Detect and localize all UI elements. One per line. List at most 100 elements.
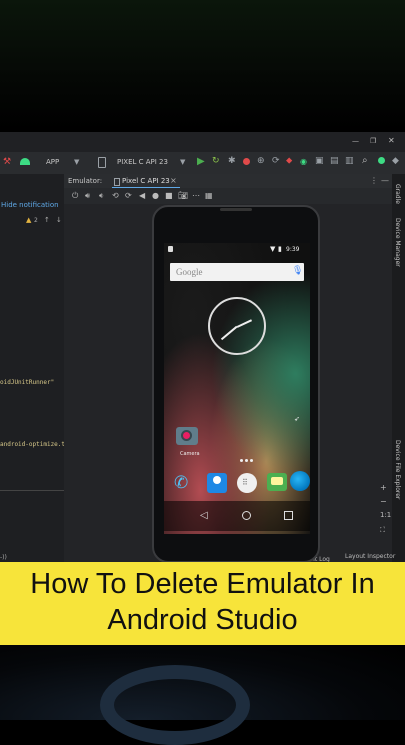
- background-bottom: [0, 645, 405, 745]
- maximize-icon[interactable]: ❐: [370, 137, 376, 145]
- avd-manager-icon[interactable]: ▣: [315, 156, 324, 166]
- android-nav-bar: ◁: [164, 501, 310, 531]
- sync-icon[interactable]: ⟳: [272, 156, 280, 166]
- assistant-icon[interactable]: [378, 157, 385, 164]
- banner-line-1: How To Delete Emulator In: [30, 568, 375, 600]
- chevron-down-icon[interactable]: ▼: [74, 158, 79, 166]
- device-chevron-icon[interactable]: ▼: [180, 158, 185, 166]
- code-line: oidJUnitRunner": [0, 379, 55, 386]
- camera-lens-icon: [181, 430, 192, 441]
- notification-icon: [168, 246, 173, 252]
- camera-label: Camera: [180, 451, 200, 457]
- extended-controls-icon[interactable]: ⋯: [192, 191, 200, 200]
- emulator-label: Emulator:: [68, 177, 103, 185]
- device-manager-tab[interactable]: Device Manager: [394, 218, 401, 267]
- android-icon: [20, 158, 30, 165]
- messaging-app-icon[interactable]: [267, 473, 287, 491]
- profile-icon[interactable]: [243, 158, 250, 165]
- camera-app-icon[interactable]: [176, 427, 198, 445]
- run-icon[interactable]: ▶: [197, 156, 205, 167]
- battery-icon: ▮: [278, 245, 282, 253]
- dot: [245, 459, 248, 462]
- clock-widget[interactable]: [208, 297, 266, 355]
- message-bubble: [271, 477, 283, 485]
- overview-icon[interactable]: ■: [165, 191, 173, 200]
- warning-count: 2: [34, 217, 38, 224]
- layout-icon[interactable]: ▤: [330, 156, 339, 166]
- apply-changes-icon[interactable]: ↻: [212, 156, 220, 166]
- layout-inspector-button[interactable]: Layout Inspector: [345, 553, 395, 560]
- mic-icon[interactable]: 🎙︎: [292, 266, 303, 276]
- settings-icon[interactable]: ◆: [392, 156, 399, 166]
- sdk-manager-icon[interactable]: ◉: [300, 157, 307, 166]
- phone-app-icon[interactable]: ✆: [174, 473, 188, 493]
- hide-panel-icon[interactable]: —: [381, 176, 389, 185]
- android-status-bar: ▼ ▮ 9:39: [164, 243, 310, 257]
- emulator-tab-bar: Emulator: Pixel C API 23 × ⋮ —: [64, 174, 392, 189]
- minute-hand: [221, 326, 238, 341]
- blurry-object: [100, 665, 250, 745]
- banner-line-2: Android Studio: [107, 604, 298, 636]
- actual-size-icon[interactable]: 1:1: [380, 511, 391, 519]
- device-file-explorer-tab[interactable]: Device File Explorer: [394, 440, 401, 499]
- title-bar: — ❐ ✕: [0, 132, 405, 152]
- paren-text: -)): [0, 554, 7, 561]
- more-options-icon[interactable]: ⋮: [370, 176, 378, 185]
- banner-title: How To Delete Emulator In Android Studio: [0, 566, 405, 638]
- contacts-app-icon[interactable]: [207, 473, 227, 493]
- hour-hand: [236, 319, 252, 328]
- stop-icon[interactable]: ⬥: [286, 156, 292, 166]
- device-icon: [98, 157, 106, 168]
- back-icon[interactable]: ◀: [139, 191, 145, 200]
- fit-screen-icon[interactable]: ⛶: [380, 526, 385, 535]
- search-icon[interactable]: ⌕: [362, 155, 368, 166]
- volume-up-icon[interactable]: 🔊︎: [85, 191, 90, 201]
- dot: [250, 459, 253, 462]
- minimize-icon[interactable]: —: [352, 137, 359, 145]
- all-apps-icon[interactable]: ⠿: [237, 473, 257, 493]
- google-search-bar[interactable]: Google 🎙︎: [170, 263, 304, 281]
- snapshot-icon[interactable]: ▦: [205, 191, 213, 200]
- search-placeholder: Google: [176, 267, 203, 277]
- emulator-screen[interactable]: ▼ ▮ 9:39 Google 🎙︎ ➶ Camera ✆ ⠿ ◁: [164, 243, 310, 534]
- structure-icon[interactable]: ▥: [345, 156, 354, 166]
- rotate-right-icon[interactable]: ⟳: [125, 191, 132, 200]
- tab-close-icon[interactable]: ×: [170, 176, 177, 185]
- prev-warning-icon[interactable]: ↑: [44, 216, 50, 224]
- mouse-cursor-icon: ➶: [294, 415, 300, 423]
- gradle-tab[interactable]: Gradle: [394, 184, 401, 204]
- app-dock: ✆ ⠿: [164, 471, 310, 497]
- recents-button-icon[interactable]: [284, 511, 293, 520]
- device-select[interactable]: PIXEL C API 23: [117, 158, 168, 166]
- status-time: 9:39: [286, 246, 300, 253]
- grid-dots-icon: ⠿: [242, 478, 248, 487]
- close-icon[interactable]: ✕: [388, 136, 395, 145]
- volume-down-icon[interactable]: 🔉︎: [99, 191, 104, 201]
- contact-head: [213, 476, 221, 484]
- background-top: [0, 0, 405, 130]
- hide-notification-link[interactable]: Hide notification: [1, 201, 59, 209]
- screenshot-icon[interactable]: 📷︎: [178, 191, 188, 200]
- back-button-icon[interactable]: ◁: [200, 510, 208, 521]
- warning-icon: ▲: [26, 216, 32, 224]
- rotate-left-icon[interactable]: ⟲: [112, 191, 119, 200]
- run-config-select[interactable]: APP: [46, 158, 59, 166]
- attach-icon[interactable]: ⊕: [257, 156, 265, 166]
- browser-app-icon[interactable]: [290, 471, 310, 491]
- speaker-grille: [220, 208, 252, 211]
- debug-icon[interactable]: ✱: [228, 156, 236, 166]
- main-toolbar: ⚒ APP ▼ PIXEL C API 23 ▼ ▶ ↻ ✱ ⊕ ⟳ ⬥ ◉ ▣…: [0, 152, 405, 175]
- power-icon[interactable]: ⏻: [72, 191, 78, 201]
- hammer-icon[interactable]: ⚒: [3, 157, 11, 167]
- zoom-in-icon[interactable]: +: [380, 483, 387, 492]
- next-warning-icon[interactable]: ↓: [56, 216, 62, 224]
- device-icon: [114, 178, 120, 186]
- home-icon[interactable]: ●: [152, 191, 159, 200]
- app-drawer-indicator: [240, 459, 254, 463]
- zoom-out-icon[interactable]: −: [380, 497, 387, 506]
- emulator-controls: ⏻ 🔊︎ 🔉︎ ⟲ ⟳ ◀ ● ■ 📷︎ ⋯ ▦: [64, 188, 392, 204]
- tab-label: Pixel C API 23: [122, 177, 170, 185]
- home-button-icon[interactable]: [242, 511, 251, 520]
- dot: [240, 459, 243, 462]
- right-tool-strip: Gradle Device Manager Device File Explor…: [392, 174, 405, 564]
